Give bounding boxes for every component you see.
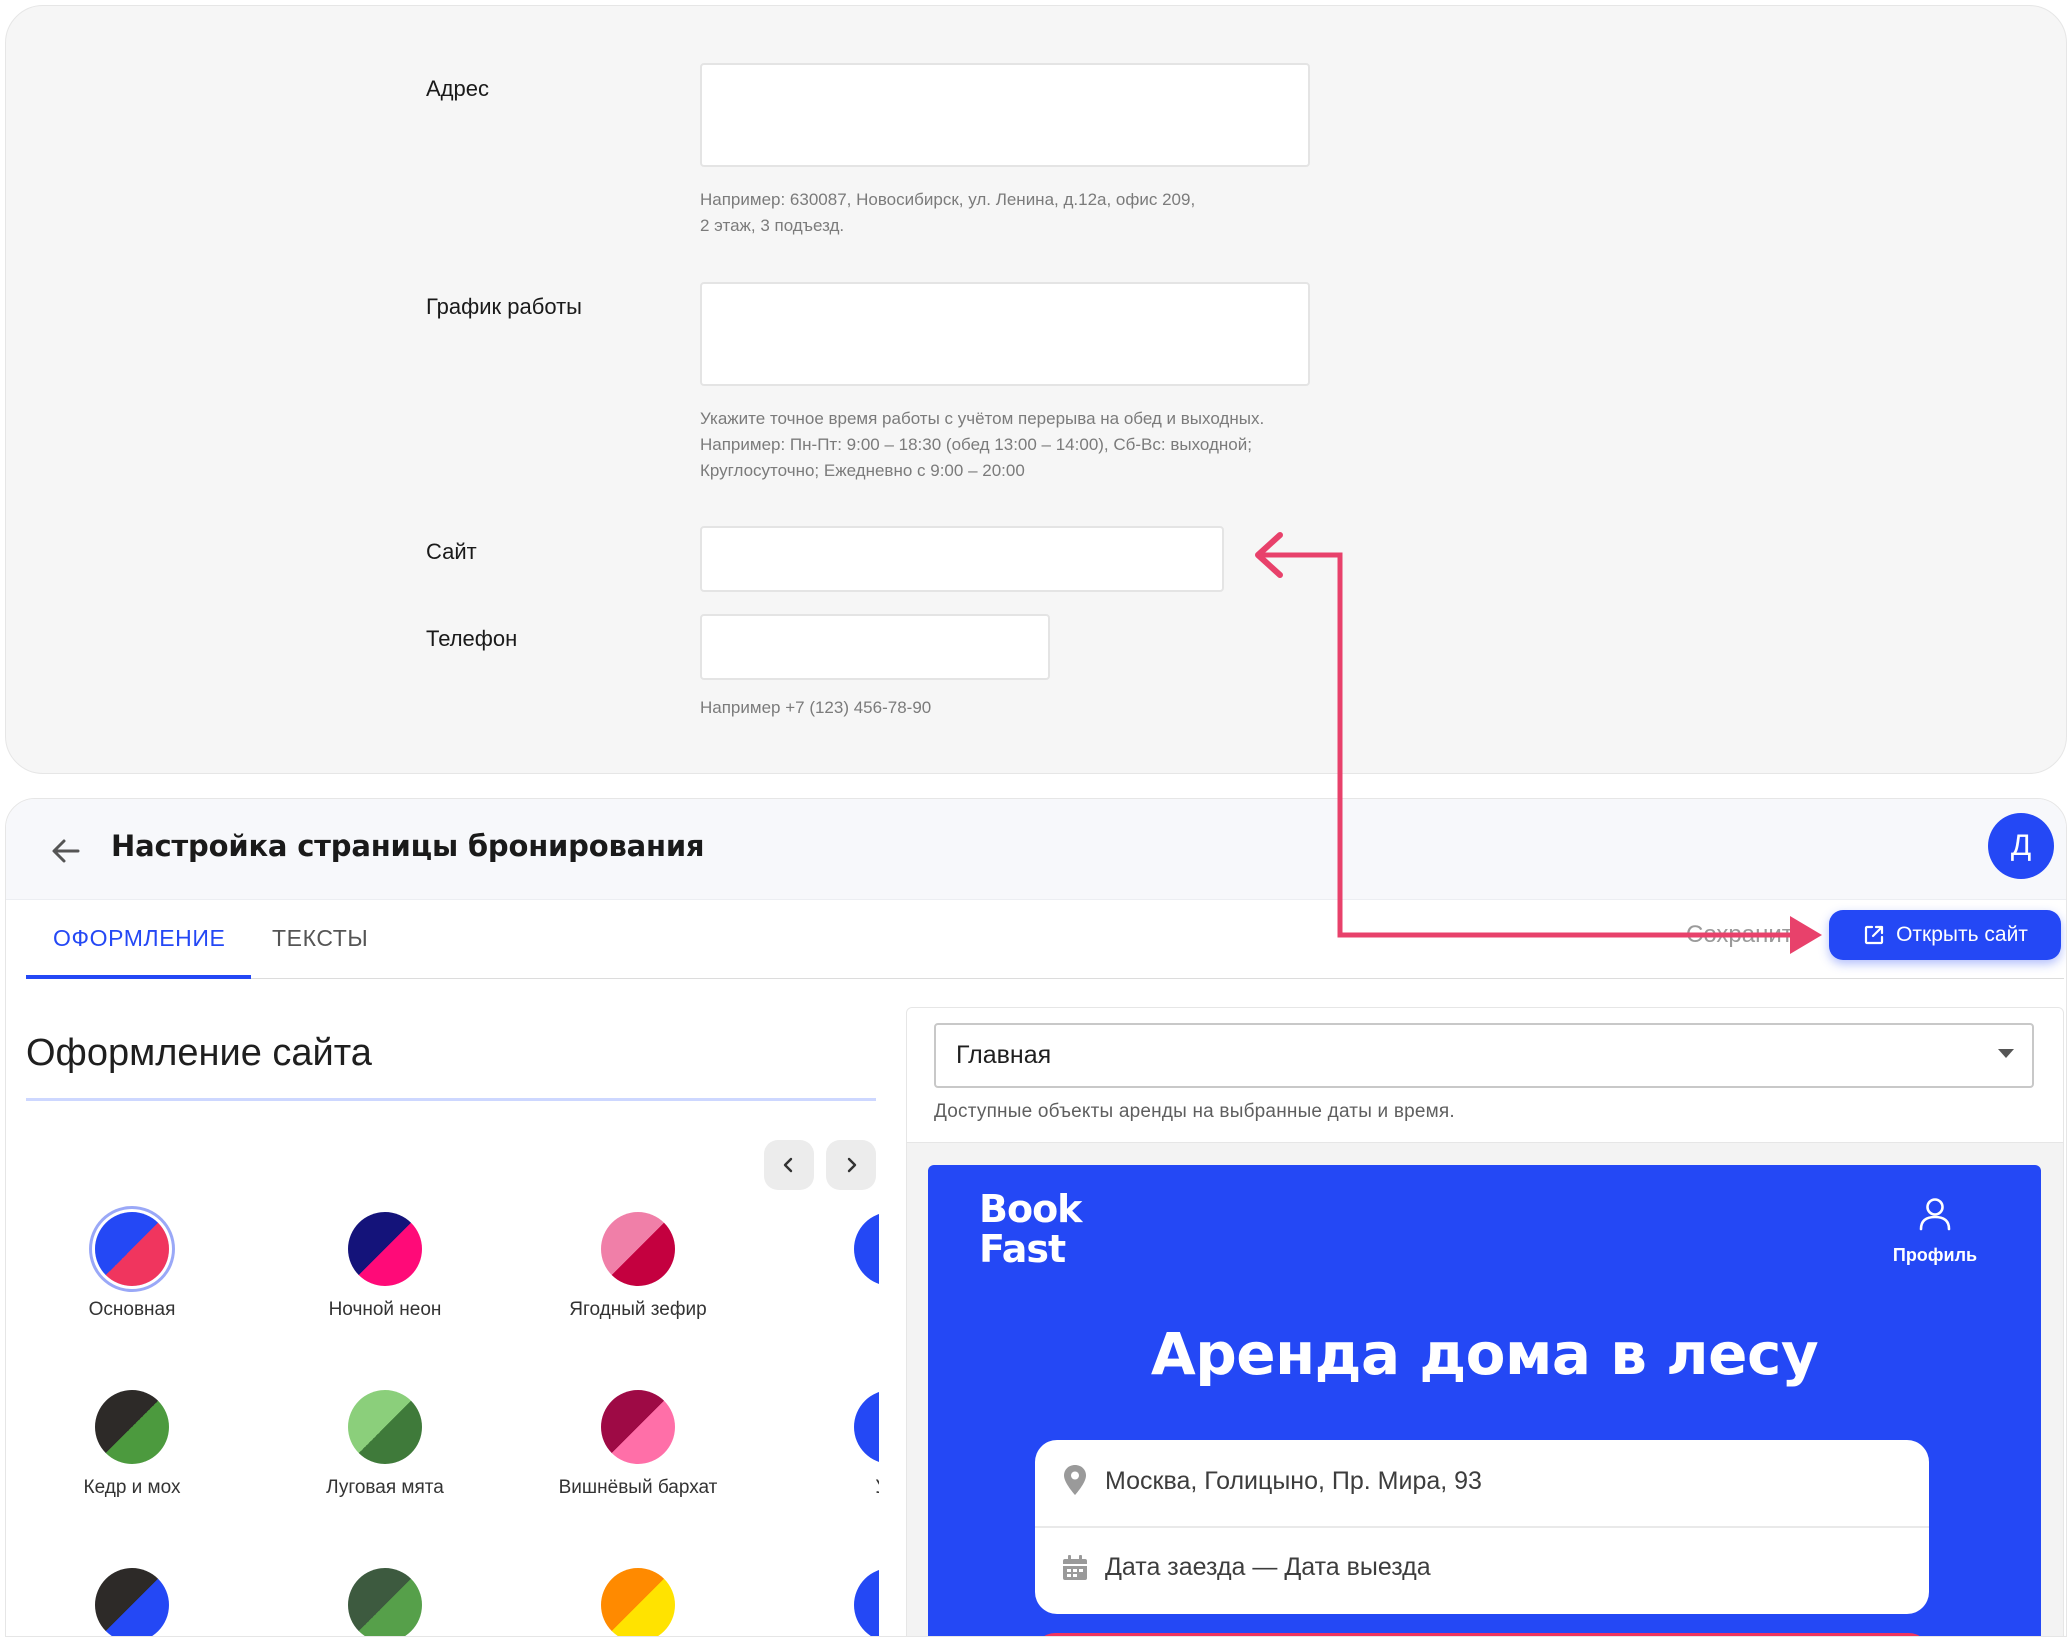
contact-form-panel: Адрес Например: 630087, Новосибирск, ул.… [5,5,2067,774]
tabs-divider [26,978,2064,979]
theme-swatch-label: Луговая мята [326,1477,444,1498]
page-title: Настройка страницы бронирования [111,829,705,863]
preview-pane: Главная Доступные объекты аренды на выбр… [906,1007,2064,1636]
schedule-hint-line: Например: Пн-Пт: 9:00 – 18:30 (обед 13:0… [700,435,1252,454]
tab-design[interactable]: ОФОРМЛЕНИЕ [53,925,225,952]
theme-swatch-label: Основная [88,1299,176,1320]
site-preview: Book Fast Профиль Аренда дома в лесу Мос… [928,1165,2041,1636]
dates-field[interactable]: Дата заезда — Дата выезда [1105,1553,1431,1582]
theme-swatch[interactable] [854,1212,879,1286]
page-select[interactable]: Главная [934,1023,2034,1088]
app-header: Настройка страницы бронирования Д [6,799,2066,900]
theme-swatch-label: Утр [781,1477,879,1499]
preview-toolbar: Главная Доступные объекты аренды на выбр… [907,1008,2063,1143]
search-card: Москва, Голицыно, Пр. Мира, 93 Дата заез… [1035,1440,1929,1614]
theme-swatch-label: Ягодный зефир [569,1299,707,1320]
booking-page-settings-app: Настройка страницы бронирования Д ОФОРМЛ… [5,798,2067,1637]
active-tab-indicator [26,975,251,979]
site-label: Сайт [426,539,477,564]
profile-icon[interactable] [1917,1195,1953,1231]
hero-title: Аренда дома в лесу [1150,1320,1819,1388]
phone-hint: Например +7 (123) 456-78-90 [700,698,932,717]
caret-down-icon [1998,1049,2014,1058]
theme-swatch-label: Вишнёвый бархат [558,1477,718,1498]
tab-texts[interactable]: ТЕКСТЫ [272,925,368,952]
address-label: Адрес [426,76,489,101]
phone-label: Телефон [426,626,518,651]
address-hint: Например: 630087, Новосибирск, ул. Ленин… [700,187,1195,239]
logo-line: Book [979,1187,1082,1231]
theme-swatch[interactable] [601,1390,675,1464]
arrow-left-icon[interactable] [46,831,86,871]
design-section-title: Оформление сайта [26,1032,372,1074]
location-field[interactable]: Москва, Голицыно, Пр. Мира, 93 [1105,1467,1482,1496]
address-hint-line: Например: 630087, Новосибирск, ул. Ленин… [700,190,1196,209]
theme-swatch[interactable] [348,1568,422,1636]
themes-prev-button[interactable] [764,1140,814,1190]
schedule-hint-line: Круглосуточно; Ежедневно с 9:00 – 20:00 [700,461,1025,480]
chevron-right-icon [847,1157,857,1173]
theme-swatch-label: Кедр и мох [83,1477,181,1498]
logo-line: Fast [979,1227,1066,1271]
theme-swatch[interactable] [348,1212,422,1286]
address-hint-line: 2 этаж, 3 подъезд. [700,216,845,235]
site-input[interactable] [700,526,1224,592]
theme-swatch-label: Ночной неон [328,1299,442,1320]
theme-swatch[interactable] [95,1212,169,1286]
theme-swatch[interactable] [854,1568,879,1636]
theme-swatch[interactable] [601,1568,675,1636]
theme-swatch[interactable] [601,1212,675,1286]
save-button[interactable]: Сохранить [1686,921,1805,949]
search-button[interactable] [1035,1633,1929,1636]
address-input[interactable] [700,63,1310,167]
theme-swatch[interactable] [95,1390,169,1464]
calendar-icon [1063,1555,1087,1580]
open-site-button[interactable]: Открыть сайт [1829,910,2061,960]
bookfast-logo: Book Fast [979,1187,1082,1271]
theme-carousel: Основная Ночной неон Ягодный зефир Си Кедр и… [26,1199,880,1636]
external-link-icon [1864,925,1884,945]
theme-swatch[interactable] [854,1390,879,1464]
profile-label[interactable]: Профиль [1878,1245,1992,1266]
schedule-label: График работы [426,294,582,319]
themes-next-button[interactable] [826,1140,876,1190]
search-divider [1035,1526,1929,1528]
phone-input[interactable] [700,614,1050,680]
page-select-help-text: Доступные объекты аренды на выбранные да… [934,1101,1455,1122]
theme-swatch-label: Си [781,1299,880,1321]
avatar[interactable]: Д [1988,813,2054,879]
theme-swatch[interactable] [348,1390,422,1464]
theme-swatch[interactable] [95,1568,169,1636]
map-pin-icon [1064,1465,1086,1495]
schedule-input[interactable] [700,282,1310,386]
schedule-hint: Укажите точное время работы с учётом пер… [700,406,1264,484]
section-divider [26,1098,876,1101]
chevron-left-icon [783,1157,793,1173]
page-select-value: Главная [956,1041,1052,1069]
schedule-hint-line: Укажите точное время работы с учётом пер… [700,409,1265,428]
open-site-label: Открыть сайт [1896,923,2028,946]
